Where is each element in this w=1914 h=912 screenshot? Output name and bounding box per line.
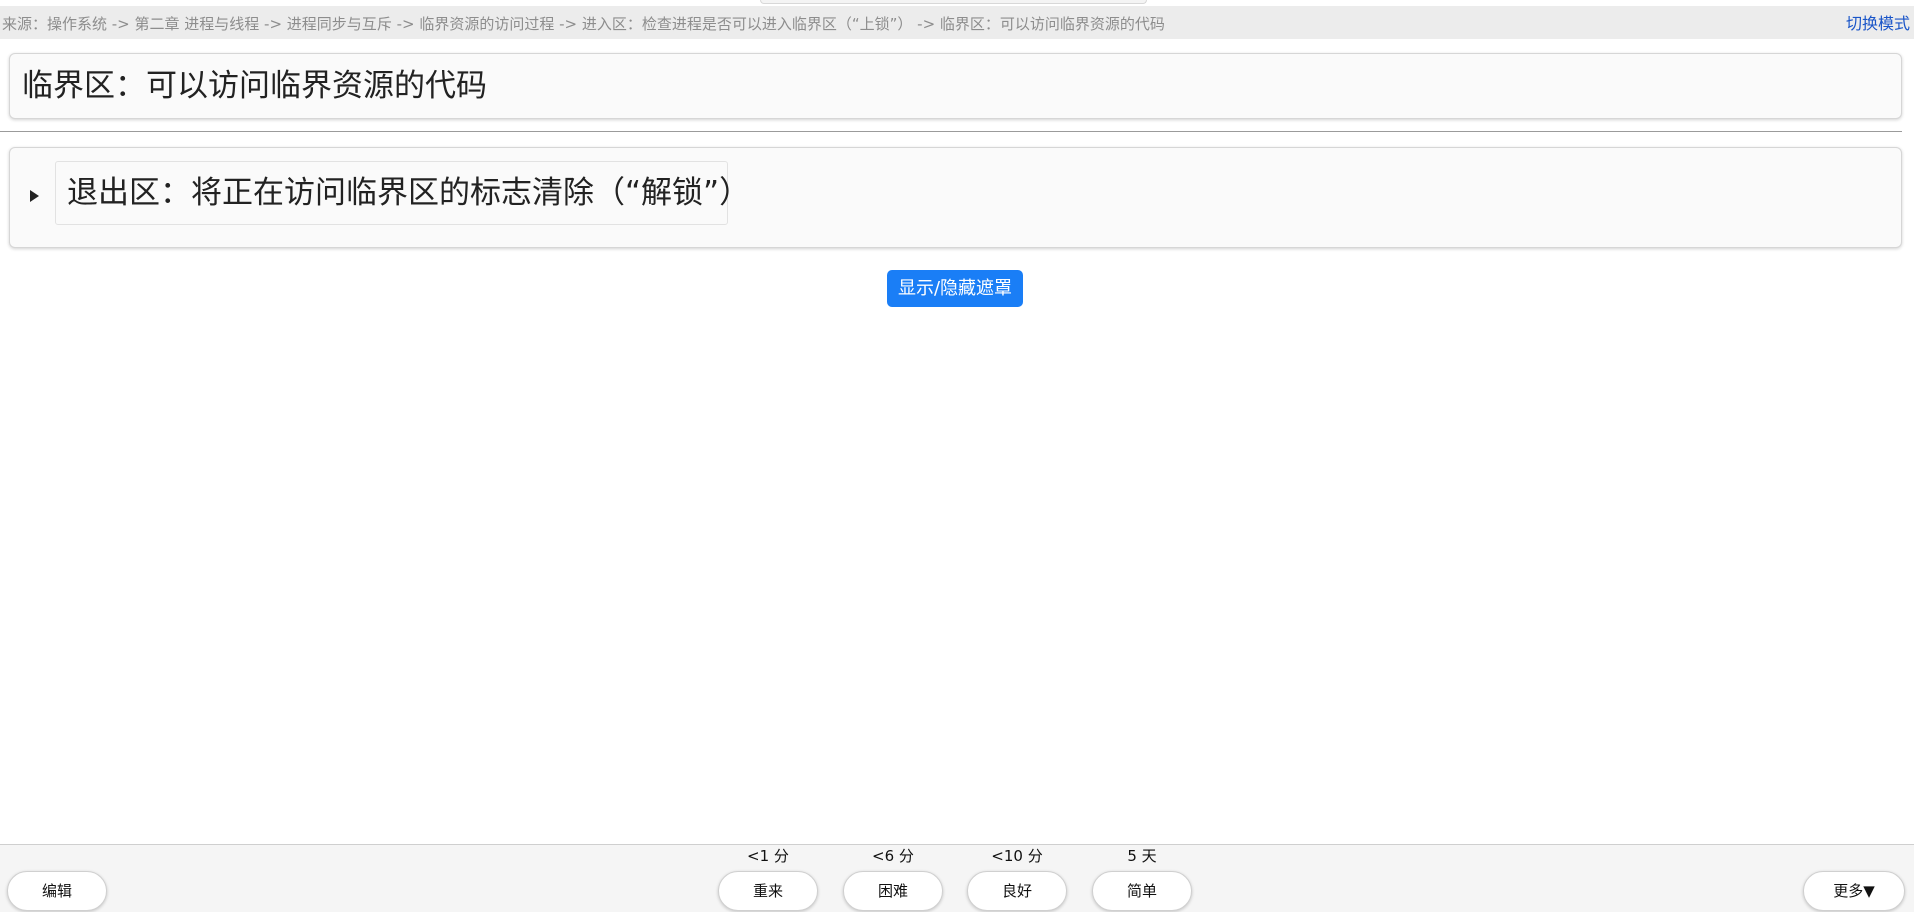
- good-button[interactable]: 良好: [967, 871, 1067, 911]
- interval-easy: 5 天: [1127, 847, 1157, 865]
- expand-triangle-icon[interactable]: [30, 190, 39, 202]
- collapsible-summary[interactable]: 退出区：将正在访问临界区的标志清除（“解锁”）: [55, 161, 750, 225]
- card-title: 临界区：可以访问临界资源的代码: [22, 68, 487, 104]
- edit-button[interactable]: 编辑: [7, 871, 107, 911]
- summary-text: 退出区：将正在访问临界区的标志清除（“解锁”）: [67, 175, 751, 211]
- hard-button[interactable]: 困难: [843, 871, 943, 911]
- interval-hard: <6 分: [872, 847, 914, 865]
- breadcrumb: 来源：操作系统 -> 第二章 进程与线程 -> 进程同步与互斥 -> 临界资源的…: [2, 15, 1165, 33]
- divider: [0, 131, 1902, 132]
- again-button[interactable]: 重来: [718, 871, 818, 911]
- interval-again: <1 分: [747, 847, 789, 865]
- switch-mode-link[interactable]: 切换模式: [1846, 14, 1910, 34]
- more-button[interactable]: 更多▼: [1803, 871, 1905, 911]
- card-title-panel: 临界区：可以访问临界资源的代码: [9, 53, 1902, 119]
- toggle-mask-button[interactable]: 显示/隐藏遮罩: [887, 270, 1023, 307]
- collapsible-section: 退出区：将正在访问临界区的标志清除（“解锁”）: [9, 147, 1902, 248]
- bottom-bar: [0, 844, 1914, 912]
- easy-button[interactable]: 简单: [1092, 871, 1192, 911]
- interval-good: <10 分: [991, 847, 1043, 865]
- top-notch: [760, 0, 1147, 4]
